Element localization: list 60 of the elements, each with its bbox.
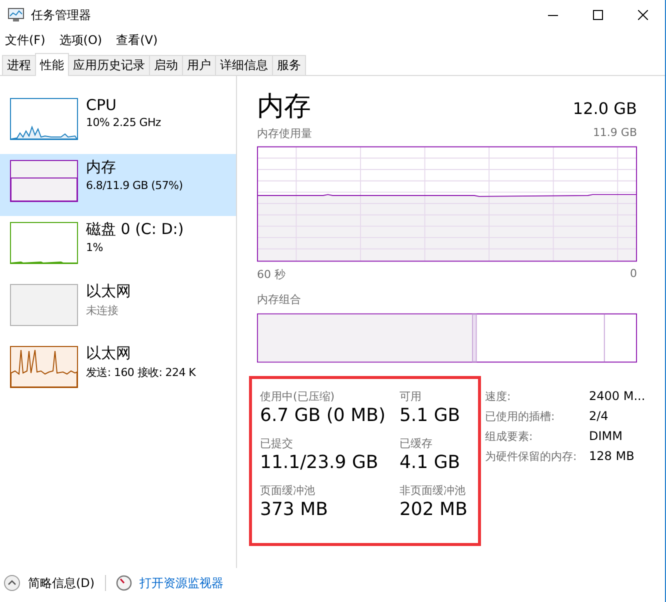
stat-label: 可用: [399, 389, 422, 404]
menu-item[interactable]: 文件(F): [5, 32, 46, 48]
stat-value: 5.1 GB: [399, 404, 462, 428]
device-detail: 发送: 160 接收: 224 K: [86, 365, 196, 380]
stat-value: 6.7 GB (0 MB): [260, 404, 386, 428]
device-name: 以太网: [86, 344, 132, 363]
total-memory: 12.0 GB: [572, 99, 637, 118]
stat-value: 4.1 GB: [399, 451, 462, 475]
axis-label: 60 秒: [257, 267, 286, 282]
property-label: 速度:: [485, 389, 512, 404]
menu-item[interactable]: 选项(O): [59, 32, 102, 48]
device-name: 以太网: [86, 282, 131, 301]
property-value: DIMM: [589, 429, 624, 444]
tab[interactable]: 服务: [272, 55, 306, 75]
tab[interactable]: 性能: [35, 53, 69, 76]
summary-button[interactable]: 简略信息(D): [4, 574, 95, 592]
stat-label: 使用中(已压缩): [260, 389, 336, 404]
sidebar-item[interactable]: 以太网 未连接: [0, 278, 236, 340]
chevron-up-icon: [4, 575, 20, 591]
tab[interactable]: 启动: [149, 55, 183, 75]
sidebar-item[interactable]: 内存 6.8/11.9 GB (57%): [0, 154, 236, 216]
chart-label: 内存使用量: [257, 126, 312, 141]
menu-item[interactable]: 查看(V): [116, 32, 158, 48]
window-title: 任务管理器: [31, 6, 91, 24]
device-name: 内存: [86, 158, 117, 177]
stat-label: 已缓存: [399, 436, 434, 451]
device-detail: 10% 2.25 GHz: [86, 116, 161, 129]
property-label: 组成要素:: [485, 429, 534, 444]
tab[interactable]: 用户: [182, 55, 216, 75]
composition-label: 内存组合: [257, 292, 302, 307]
property-label: 为硬件保留的内存:: [485, 449, 578, 464]
stat-value: 373 MB: [260, 498, 329, 522]
sidebar-item[interactable]: 以太网 发送: 160 接收: 224 K: [0, 340, 236, 402]
monitor-icon: [8, 8, 24, 22]
stat-value: 202 MB: [399, 498, 468, 522]
property-label: 已使用的插槽:: [485, 409, 556, 424]
chart-max-label: 11.9 GB: [592, 126, 637, 141]
resource-monitor-link[interactable]: 打开资源监视器: [140, 574, 224, 592]
tab[interactable]: 进程: [2, 55, 36, 75]
property-value: 2/4: [589, 409, 610, 424]
stat-value: 11.1/23.9 GB: [260, 451, 380, 475]
close-icon: [638, 10, 648, 20]
stat-label: 页面缓冲池: [260, 483, 316, 498]
device-detail: 1%: [86, 241, 104, 254]
maximize-icon: [592, 10, 602, 20]
gauge-icon: [116, 575, 132, 591]
sidebar-item[interactable]: 磁盘 0 (C: D:) 1%: [0, 216, 236, 278]
tab[interactable]: 应用历史记录: [68, 55, 150, 75]
panel-title: 内存: [257, 90, 311, 124]
device-name: CPU: [86, 96, 118, 114]
sidebar-item[interactable]: CPU 10% 2.25 GHz: [0, 92, 236, 154]
property-value: 128 MB: [589, 449, 636, 464]
axis-label: 0: [630, 267, 637, 282]
tab[interactable]: 详细信息: [215, 55, 273, 75]
device-detail: 未连接: [86, 303, 120, 318]
stat-label: 已提交: [260, 436, 294, 451]
stat-label: 非页面缓冲池: [399, 483, 466, 498]
device-detail: 6.8/11.9 GB (57%): [86, 179, 183, 192]
device-name: 磁盘 0 (C: D:): [86, 220, 184, 239]
property-value: 2400 M...: [589, 389, 646, 404]
